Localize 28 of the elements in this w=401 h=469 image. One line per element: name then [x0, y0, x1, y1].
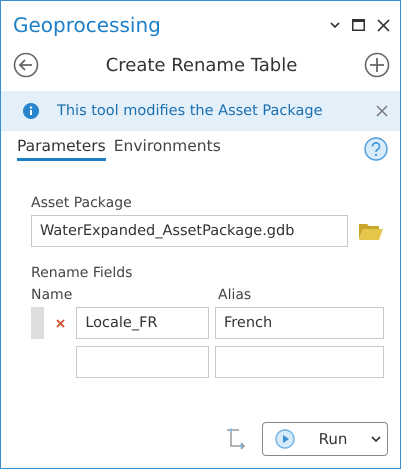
tool-title: Create Rename Table	[104, 54, 298, 76]
banner-message: This tool modifies the Asset Package	[57, 103, 324, 119]
input-field[interactable]	[76, 346, 210, 378]
info-icon	[23, 103, 39, 119]
delete-icon[interactable]	[56, 318, 65, 328]
play-icon	[275, 429, 295, 449]
input-field[interactable]: French	[215, 307, 384, 339]
tab[interactable]: Parameters	[17, 137, 106, 161]
column-header: Alias	[218, 287, 252, 303]
close-icon[interactable]	[377, 18, 390, 32]
back-icon[interactable]	[13, 52, 39, 78]
run-button[interactable]: Run	[262, 422, 388, 456]
input-field[interactable]: WaterExpanded_AssetPackage.gdb	[31, 215, 348, 247]
input-field[interactable]	[215, 346, 384, 378]
chevron-down-icon[interactable]	[330, 22, 340, 28]
help-icon[interactable]	[364, 137, 388, 161]
field-label: Asset Package	[31, 195, 133, 211]
route-icon[interactable]	[226, 428, 248, 450]
maximize-icon[interactable]	[352, 19, 365, 31]
window-title: Geoprocessing	[13, 13, 162, 37]
tab[interactable]: Environments	[114, 137, 221, 161]
plus-icon[interactable]	[364, 52, 390, 78]
input-field[interactable]: Locale_FR	[76, 307, 210, 339]
section-label: Rename Fields	[31, 265, 134, 281]
chevron-down-icon	[371, 436, 381, 442]
column-header: Name	[31, 287, 74, 303]
row-handle[interactable]	[31, 307, 44, 339]
folder-icon[interactable]	[358, 221, 384, 241]
